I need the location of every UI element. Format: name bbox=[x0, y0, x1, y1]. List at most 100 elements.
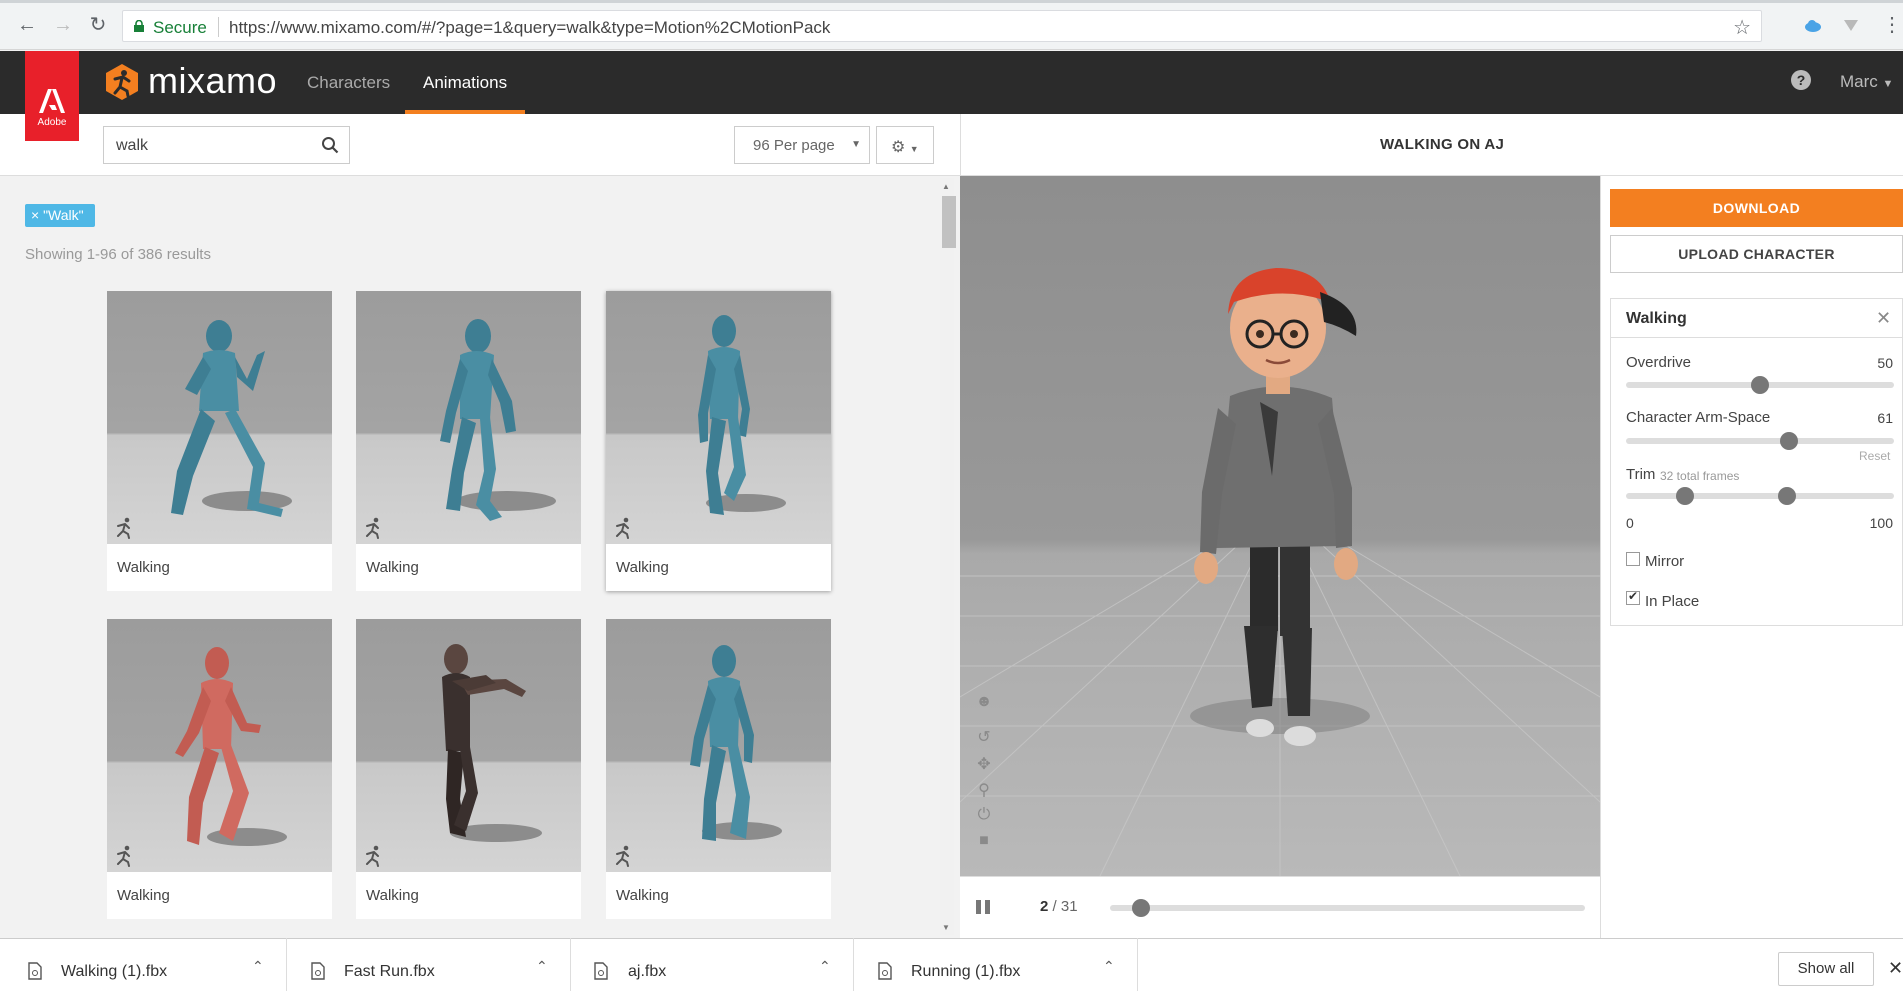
user-menu[interactable]: Marc ▼ bbox=[1840, 72, 1893, 92]
chevron-up-icon[interactable]: ⌃ bbox=[536, 958, 548, 975]
per-page-select[interactable]: 96 Per page ▼ bbox=[734, 126, 870, 164]
reset-link[interactable]: Reset bbox=[1859, 449, 1890, 463]
animation-card-label: Walking bbox=[366, 887, 419, 904]
mixamo-logo-text[interactable]: mixamo bbox=[148, 60, 277, 102]
overdrive-value: 50 bbox=[1877, 355, 1893, 371]
trim-end-handle[interactable] bbox=[1777, 487, 1796, 505]
chevron-up-icon[interactable]: ⌃ bbox=[252, 958, 264, 975]
3d-viewport[interactable] bbox=[960, 176, 1600, 876]
animation-card[interactable]: Walking bbox=[606, 619, 831, 919]
forward-icon[interactable]: → bbox=[52, 14, 74, 36]
search-value: walk bbox=[116, 137, 149, 154]
shield-extension-icon[interactable] bbox=[1842, 16, 1860, 34]
tab-strip-edge bbox=[0, 0, 1903, 3]
reset-view-icon[interactable]: ↺ bbox=[974, 727, 994, 747]
arm-space-value: 61 bbox=[1877, 410, 1893, 426]
file-icon bbox=[878, 962, 892, 980]
pan-icon[interactable]: ✥ bbox=[974, 754, 994, 774]
chevron-down-icon: ▼ bbox=[1882, 78, 1894, 90]
animation-card[interactable]: Walking bbox=[107, 291, 332, 591]
browser-menu-icon[interactable]: ⋮ bbox=[1882, 14, 1902, 36]
download-filename[interactable]: aj.fbx bbox=[628, 963, 666, 981]
filter-chip-walk[interactable]: × "Walk" bbox=[25, 204, 95, 227]
mixamo-logo-icon[interactable] bbox=[103, 63, 141, 101]
skeleton-icon[interactable]: ☻ bbox=[974, 693, 994, 713]
animation-card[interactable]: Walking bbox=[606, 291, 831, 591]
trim-start-handle[interactable] bbox=[1675, 487, 1694, 505]
results-scrollbar[interactable] bbox=[940, 178, 954, 935]
scroll-down-icon[interactable]: ▼ bbox=[942, 923, 950, 932]
download-item[interactable] bbox=[571, 938, 854, 991]
tab-characters[interactable]: Characters bbox=[307, 73, 390, 93]
animation-thumbnail bbox=[356, 619, 581, 872]
tab-animations[interactable]: Animations bbox=[423, 73, 507, 93]
overdrive-slider-handle[interactable] bbox=[1751, 376, 1769, 394]
bookmark-star-icon[interactable]: ☆ bbox=[1733, 15, 1751, 40]
frame-total: 31 bbox=[1060, 898, 1078, 915]
character-figure bbox=[440, 319, 556, 521]
animation-card-label: Walking bbox=[366, 559, 419, 576]
animation-card-label: Walking bbox=[117, 559, 170, 576]
in-place-checkbox[interactable] bbox=[1626, 589, 1640, 605]
adobe-a-icon bbox=[39, 89, 65, 113]
address-bar[interactable]: Secure https://www.mixamo.com/#/?page=1&… bbox=[122, 10, 1762, 42]
reload-icon[interactable]: ↻ bbox=[87, 14, 109, 36]
upload-character-button[interactable]: UPLOAD CHARACTER bbox=[1610, 235, 1903, 273]
trim-label: Trim bbox=[1626, 466, 1656, 483]
animation-thumbnail bbox=[606, 291, 831, 544]
adobe-logo[interactable]: Adobe bbox=[25, 51, 79, 141]
motion-type-icon bbox=[117, 845, 130, 867]
character-figure bbox=[442, 644, 542, 842]
timeline-playhead[interactable] bbox=[1131, 899, 1150, 917]
trim-frames-note: 32 total frames bbox=[1660, 469, 1740, 483]
animation-card[interactable]: Walking bbox=[356, 619, 581, 919]
adobe-label: Adobe bbox=[37, 117, 67, 128]
overdrive-label: Overdrive bbox=[1626, 354, 1692, 371]
help-icon[interactable]: ? bbox=[1791, 70, 1811, 90]
search-input[interactable]: walk bbox=[103, 126, 350, 164]
close-icon[interactable]: ✕ bbox=[1888, 958, 1903, 979]
camera-icon[interactable]: ■ bbox=[974, 832, 994, 852]
timeline-track[interactable] bbox=[1110, 905, 1585, 911]
chevron-up-icon[interactable]: ⌃ bbox=[1103, 958, 1115, 975]
frame-current: 2 bbox=[1040, 898, 1049, 915]
scrollbar-thumb[interactable] bbox=[942, 196, 956, 248]
pause-icon[interactable] bbox=[975, 899, 991, 915]
settings-dropdown-button[interactable]: ⚙ ▼ bbox=[876, 126, 934, 164]
chevron-up-icon[interactable]: ⌃ bbox=[819, 958, 831, 975]
scroll-up-icon[interactable]: ▲ bbox=[942, 182, 950, 191]
download-filename[interactable]: Walking (1).fbx bbox=[61, 963, 167, 981]
animation-card[interactable]: Walking bbox=[107, 619, 332, 919]
close-icon[interactable]: ✕ bbox=[1876, 308, 1891, 329]
arm-space-slider[interactable] bbox=[1626, 438, 1894, 444]
trim-slider[interactable] bbox=[1626, 493, 1894, 499]
character-figure bbox=[690, 645, 782, 841]
download-filename[interactable]: Fast Run.fbx bbox=[344, 963, 435, 981]
character-figure bbox=[171, 320, 292, 517]
motion-type-icon bbox=[366, 517, 379, 539]
frame-counter: 2 / 31 bbox=[1040, 898, 1078, 915]
power-icon[interactable]: ⏻ bbox=[974, 806, 994, 826]
motion-type-icon bbox=[616, 845, 629, 867]
back-icon[interactable]: ← bbox=[16, 14, 38, 36]
download-filename[interactable]: Running (1).fbx bbox=[911, 963, 1020, 981]
animation-thumbnail bbox=[107, 291, 332, 544]
cloud-extension-icon[interactable] bbox=[1804, 16, 1822, 34]
animation-thumbnail bbox=[107, 619, 332, 872]
in-place-label: In Place bbox=[1645, 593, 1700, 610]
omnibox-divider bbox=[218, 17, 219, 37]
show-all-button[interactable]: Show all bbox=[1778, 952, 1874, 986]
url-text[interactable]: https://www.mixamo.com/#/?page=1&query=w… bbox=[229, 18, 830, 38]
animation-card[interactable]: Walking bbox=[356, 291, 581, 591]
app-header bbox=[0, 51, 1903, 114]
lock-icon bbox=[134, 20, 144, 32]
viewer-title: WALKING ON AJ bbox=[1380, 136, 1505, 153]
animation-card-label: Walking bbox=[117, 887, 170, 904]
search-icon[interactable] bbox=[321, 136, 339, 154]
settings-title: Walking bbox=[1626, 310, 1687, 327]
mirror-checkbox[interactable] bbox=[1626, 552, 1640, 566]
per-page-value: 96 Per page bbox=[753, 137, 835, 154]
animation-thumbnail bbox=[606, 619, 831, 872]
download-button[interactable]: DOWNLOAD bbox=[1610, 189, 1903, 227]
zoom-icon[interactable]: ⚲ bbox=[974, 780, 994, 800]
